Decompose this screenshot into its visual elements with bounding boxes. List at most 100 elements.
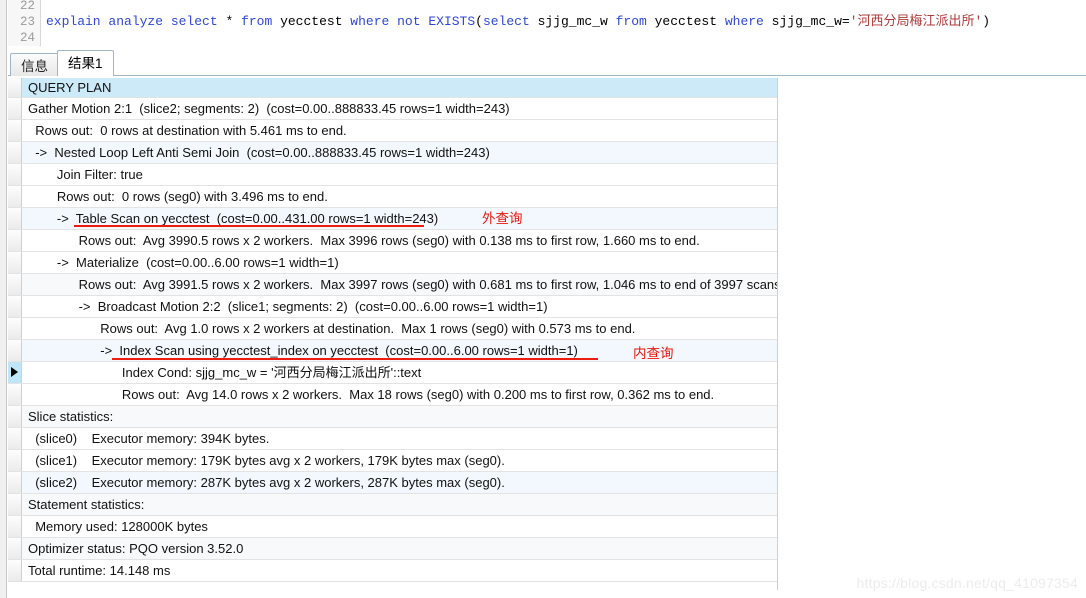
table-row[interactable]: Slice statistics:	[8, 406, 778, 428]
tabstrip-baseline	[8, 75, 1086, 76]
table-row[interactable]: Rows out: Avg 1.0 rows x 2 workers at de…	[8, 318, 778, 340]
table-row[interactable]: Rows out: 0 rows (seg0) with 3.496 ms to…	[8, 186, 778, 208]
grid-header-row[interactable]: QUERY PLAN	[8, 78, 778, 98]
editor-left-margin-bar	[0, 0, 7, 46]
app-window: 22 23 24 explain analyze select * from y…	[0, 0, 1086, 598]
table-row[interactable]: Rows out: Avg 14.0 rows x 2 workers. Max…	[8, 384, 778, 406]
sql-token: analyze	[108, 14, 164, 29]
table-row[interactable]: Total runtime: 14.148 ms	[8, 560, 778, 582]
table-row[interactable]: -> Materialize (cost=0.00..6.00 rows=1 w…	[8, 252, 778, 274]
row-selector-cell[interactable]	[8, 120, 22, 141]
row-selector-cell[interactable]	[8, 230, 22, 251]
sql-token: sjjg_mc_w	[529, 14, 616, 29]
query-plan-cell: Optimizer status: PQO version 3.52.0	[28, 541, 244, 556]
grid-right-border	[777, 78, 778, 590]
sql-token: (	[475, 14, 483, 29]
grid-body: QUERY PLAN Gather Motion 2:1 (slice2; seg…	[8, 78, 778, 582]
outer-query-annotation: 外查询	[482, 211, 523, 226]
row-selector-cell[interactable]	[8, 164, 22, 185]
row-selector-cell[interactable]	[8, 516, 22, 537]
sql-token: *	[217, 14, 242, 29]
query-plan-cell: Total runtime: 14.148 ms	[28, 563, 171, 578]
row-selector-cell[interactable]	[8, 384, 22, 405]
grid-left-margin-bar	[0, 78, 7, 598]
sql-token: from	[615, 14, 647, 29]
sql-token: )	[982, 14, 991, 29]
row-selector-cell[interactable]	[8, 406, 22, 427]
query-plan-result-grid[interactable]: QUERY PLAN Gather Motion 2:1 (slice2; seg…	[0, 78, 1086, 598]
table-row[interactable]: Statement statistics:	[8, 494, 778, 516]
row-selector-cell[interactable]	[8, 142, 22, 163]
table-row[interactable]: Memory used: 128000K bytes	[8, 516, 778, 538]
row-selector-cell[interactable]	[8, 208, 22, 229]
row-selector-cell[interactable]	[8, 362, 22, 383]
query-plan-cell: Index Cond: sjjg_mc_w = '河西分局梅江派出所'::tex…	[28, 365, 422, 380]
table-row[interactable]: Rows out: 0 rows at destination with 5.4…	[8, 120, 778, 142]
line-number: 24	[19, 31, 35, 45]
line-number: 23	[19, 15, 35, 29]
table-row[interactable]: -> Broadcast Motion 2:2 (slice1; segment…	[8, 296, 778, 318]
row-selector-cell[interactable]	[8, 560, 22, 581]
table-row[interactable]: (slice1) Executor memory: 179K bytes avg…	[8, 450, 778, 472]
row-selector-cell[interactable]	[8, 538, 22, 559]
tabstrip-left-margin-bar	[0, 46, 7, 78]
outer-query-underline	[74, 225, 424, 227]
query-plan-cell: -> Nested Loop Left Anti Semi Join (cost…	[28, 145, 490, 160]
current-row-marker-icon	[11, 367, 18, 377]
query-plan-cell: Rows out: Avg 3990.5 rows x 2 workers. M…	[28, 233, 700, 248]
table-row[interactable]: Rows out: Avg 3991.5 rows x 2 workers. M…	[8, 274, 778, 296]
sql-token: explain	[46, 14, 101, 29]
sql-editor-pane[interactable]: 22 23 24 explain analyze select * from y…	[0, 0, 1086, 46]
line-number: 22	[19, 0, 35, 13]
sql-statement-line[interactable]: explain analyze select * from yecctest w…	[46, 14, 990, 30]
row-selector-cell[interactable]	[8, 252, 22, 273]
row-selector-cell[interactable]	[8, 186, 22, 207]
row-selector-cell[interactable]	[8, 494, 22, 515]
sql-token: yecctest	[646, 14, 725, 29]
sql-token: select	[170, 14, 218, 29]
table-row[interactable]: (slice0) Executor memory: 394K bytes.	[8, 428, 778, 450]
sql-token: yecctest	[272, 14, 351, 29]
tab-result1[interactable]: 结果1	[57, 50, 114, 76]
editor-line-number-gutter: 22 23 24	[8, 0, 41, 46]
table-row[interactable]: Join Filter: true	[8, 164, 778, 186]
table-row[interactable]: Optimizer status: PQO version 3.52.0	[8, 538, 778, 560]
row-selector-cell[interactable]	[8, 428, 22, 449]
query-plan-cell: Rows out: 0 rows at destination with 5.4…	[28, 123, 347, 138]
watermark: https://blog.csdn.net/qq_41097354	[856, 575, 1078, 591]
query-plan-cell: -> Materialize (cost=0.00..6.00 rows=1 w…	[28, 255, 339, 270]
query-plan-cell: Slice statistics:	[28, 409, 114, 424]
sql-token: '河西分局梅江派出所'	[849, 14, 983, 29]
query-plan-cell: Rows out: Avg 1.0 rows x 2 workers at de…	[28, 321, 636, 336]
inner-query-underline	[112, 358, 598, 360]
query-plan-cell: (slice1) Executor memory: 179K bytes avg…	[28, 453, 505, 468]
results-tab-strip: 信息 结果1	[0, 46, 1086, 78]
table-row[interactable]: -> Nested Loop Left Anti Semi Join (cost…	[8, 142, 778, 164]
tab-messages[interactable]: 信息	[10, 53, 59, 76]
row-selector-cell[interactable]	[8, 318, 22, 339]
sql-token: where	[724, 14, 764, 29]
query-plan-cell: Statement statistics:	[28, 497, 145, 512]
query-plan-cell: Join Filter: true	[28, 167, 143, 182]
query-plan-cell: Rows out: Avg 3991.5 rows x 2 workers. M…	[28, 277, 778, 292]
sql-token: not	[397, 14, 421, 29]
sql-token: sjjg_mc_w=	[763, 14, 850, 29]
row-selector-cell[interactable]	[8, 340, 22, 361]
row-selector-cell[interactable]	[8, 274, 22, 295]
query-plan-cell: Rows out: 0 rows (seg0) with 3.496 ms to…	[28, 189, 328, 204]
table-row[interactable]: (slice2) Executor memory: 287K bytes avg…	[8, 472, 778, 494]
sql-token: from	[241, 14, 273, 29]
query-plan-cell: (slice2) Executor memory: 287K bytes avg…	[28, 475, 505, 490]
row-selector-cell[interactable]	[8, 450, 22, 471]
query-plan-cell: Rows out: Avg 14.0 rows x 2 workers. Max…	[28, 387, 715, 402]
row-selector-cell[interactable]	[8, 296, 22, 317]
table-row[interactable]: Gather Motion 2:1 (slice2; segments: 2) …	[8, 98, 778, 120]
row-selector-cell[interactable]	[8, 78, 22, 97]
row-selector-cell[interactable]	[8, 472, 22, 493]
table-row[interactable]: Rows out: Avg 3990.5 rows x 2 workers. M…	[8, 230, 778, 252]
table-row[interactable]: Index Cond: sjjg_mc_w = '河西分局梅江派出所'::tex…	[8, 362, 778, 384]
inner-query-annotation: 内查询	[633, 346, 674, 361]
row-selector-cell[interactable]	[8, 98, 22, 119]
